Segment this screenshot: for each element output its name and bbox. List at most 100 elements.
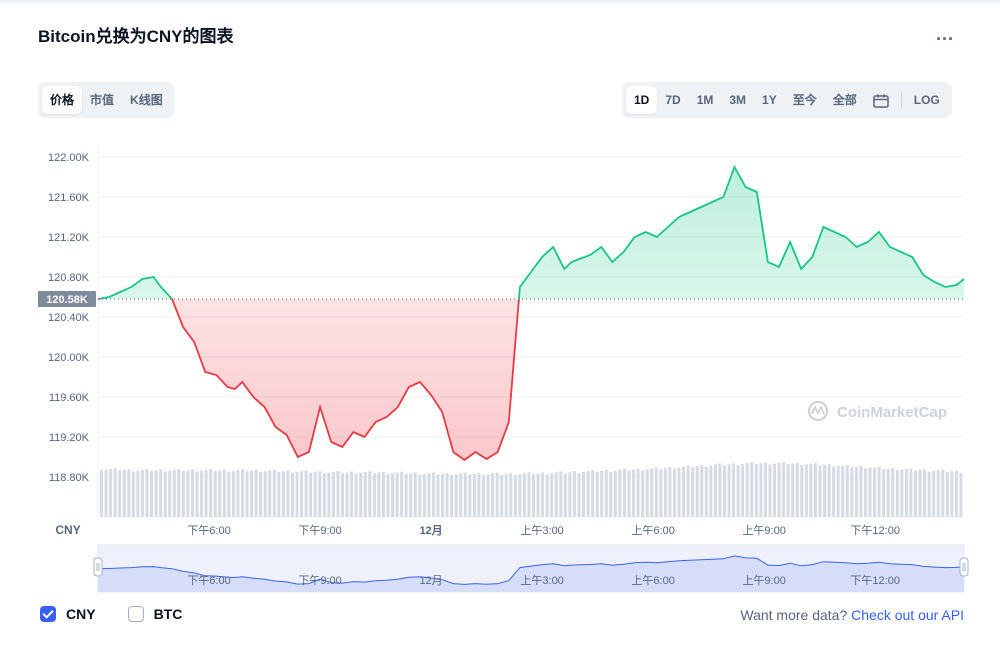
volume-bar bbox=[150, 471, 154, 517]
volume-bar bbox=[218, 470, 222, 517]
volume-bar bbox=[518, 474, 522, 517]
volume-bar bbox=[732, 463, 736, 517]
volume-bars bbox=[100, 462, 963, 517]
navigator-tick-label: 上午3:00 bbox=[520, 574, 563, 587]
price-chart[interactable]: 120.58K 122.00K 121.60K 121.20K 120.80K 120.… bbox=[0, 0, 1000, 600]
api-link[interactable]: Check out our API bbox=[851, 607, 964, 623]
volume-bar bbox=[504, 473, 508, 517]
volume-bar bbox=[836, 466, 840, 517]
volume-bar bbox=[131, 471, 135, 517]
volume-bar bbox=[859, 466, 863, 517]
volume-bar bbox=[686, 465, 690, 517]
x-tick-label: 下午12:00 bbox=[850, 524, 900, 537]
volume-bar bbox=[900, 469, 904, 517]
volume-bar bbox=[341, 473, 345, 517]
volume-bar bbox=[200, 470, 204, 517]
volume-bar bbox=[522, 473, 526, 517]
volume-bar bbox=[263, 471, 267, 517]
volume-bar bbox=[431, 472, 435, 517]
volume-bar bbox=[336, 471, 340, 517]
volume-bar bbox=[591, 470, 595, 517]
volume-bar bbox=[536, 473, 540, 517]
volume-bar bbox=[204, 469, 208, 517]
volume-bar bbox=[913, 470, 917, 517]
y-tick-label: 121.20K bbox=[48, 232, 90, 244]
btc-label: BTC bbox=[153, 606, 183, 622]
volume-bar bbox=[413, 472, 417, 517]
volume-bar bbox=[104, 469, 108, 517]
volume-bar bbox=[113, 468, 117, 517]
volume-bar bbox=[145, 469, 149, 517]
navigator-tick-label: 下午6:00 bbox=[187, 574, 230, 587]
volume-bar bbox=[877, 466, 881, 517]
volume-bar bbox=[109, 468, 113, 517]
volume-bar bbox=[823, 464, 827, 517]
volume-bar bbox=[618, 469, 622, 517]
volume-bar bbox=[768, 464, 772, 517]
y-tick-label: 120.00K bbox=[48, 352, 90, 364]
volume-bar bbox=[668, 466, 672, 517]
volume-bar bbox=[136, 470, 140, 517]
volume-bar bbox=[923, 469, 927, 517]
volume-bar bbox=[954, 470, 958, 517]
btc-checkbox[interactable] bbox=[127, 606, 144, 622]
volume-bar bbox=[718, 463, 722, 517]
volume-bar bbox=[468, 474, 472, 517]
volume-bar bbox=[500, 474, 504, 517]
volume-bar bbox=[600, 470, 604, 517]
volume-bar bbox=[741, 464, 745, 517]
x-tick-label: 上午6:00 bbox=[631, 524, 674, 537]
volume-bar bbox=[231, 470, 235, 517]
cny-checkbox[interactable] bbox=[40, 606, 56, 622]
volume-bar bbox=[659, 469, 663, 517]
volume-bar bbox=[563, 473, 567, 517]
y-tick-label: 120.80K bbox=[48, 272, 90, 284]
volume-bar bbox=[222, 469, 226, 517]
volume-bar bbox=[841, 465, 845, 517]
volume-bar bbox=[795, 462, 799, 517]
price-area bbox=[98, 167, 964, 460]
volume-bar bbox=[159, 469, 163, 517]
volume-bar bbox=[427, 473, 431, 517]
volume-bar bbox=[759, 463, 763, 517]
navigator-handle-left[interactable] bbox=[93, 557, 103, 577]
volume-bar bbox=[481, 475, 485, 517]
volume-bar bbox=[672, 468, 676, 517]
volume-bar bbox=[586, 471, 590, 517]
navigator-tick-label: 下午12:00 bbox=[850, 574, 900, 587]
volume-bar bbox=[454, 474, 458, 517]
navigator-handle-right[interactable] bbox=[959, 557, 969, 577]
volume-bar bbox=[941, 469, 945, 517]
volume-bar bbox=[791, 463, 795, 517]
volume-bar bbox=[577, 473, 581, 517]
volume-bar bbox=[750, 462, 754, 517]
volume-bar bbox=[259, 471, 263, 517]
volume-bar bbox=[736, 465, 740, 517]
volume-bar bbox=[645, 469, 649, 517]
volume-bar bbox=[459, 473, 463, 517]
volume-bar bbox=[582, 472, 586, 517]
volume-bar bbox=[168, 470, 172, 517]
volume-bar bbox=[491, 473, 495, 517]
volume-bar bbox=[541, 472, 545, 517]
volume-bar bbox=[554, 472, 558, 517]
volume-bar bbox=[359, 472, 363, 517]
volume-bar bbox=[882, 469, 886, 517]
volume-bar bbox=[322, 473, 326, 517]
volume-bar bbox=[782, 462, 786, 517]
volume-bar bbox=[372, 473, 376, 517]
volume-bar bbox=[495, 472, 499, 517]
volume-bar bbox=[545, 474, 549, 517]
more-data-text: Want more data? bbox=[740, 607, 848, 623]
volume-bar bbox=[604, 469, 608, 517]
volume-bar bbox=[527, 472, 531, 517]
range-navigator[interactable]: 下午6:00 下午9:00 12月 上午3:00 上午6:00 上午9:00 下午12:00 bbox=[93, 544, 969, 593]
volume-bar bbox=[368, 471, 372, 517]
volume-bar bbox=[154, 470, 158, 517]
volume-bar bbox=[813, 463, 817, 517]
volume-bar bbox=[127, 469, 131, 517]
volume-bar bbox=[290, 472, 294, 517]
volume-bar bbox=[418, 474, 422, 517]
volume-bar bbox=[663, 468, 667, 517]
cny-label: CNY bbox=[66, 606, 96, 622]
